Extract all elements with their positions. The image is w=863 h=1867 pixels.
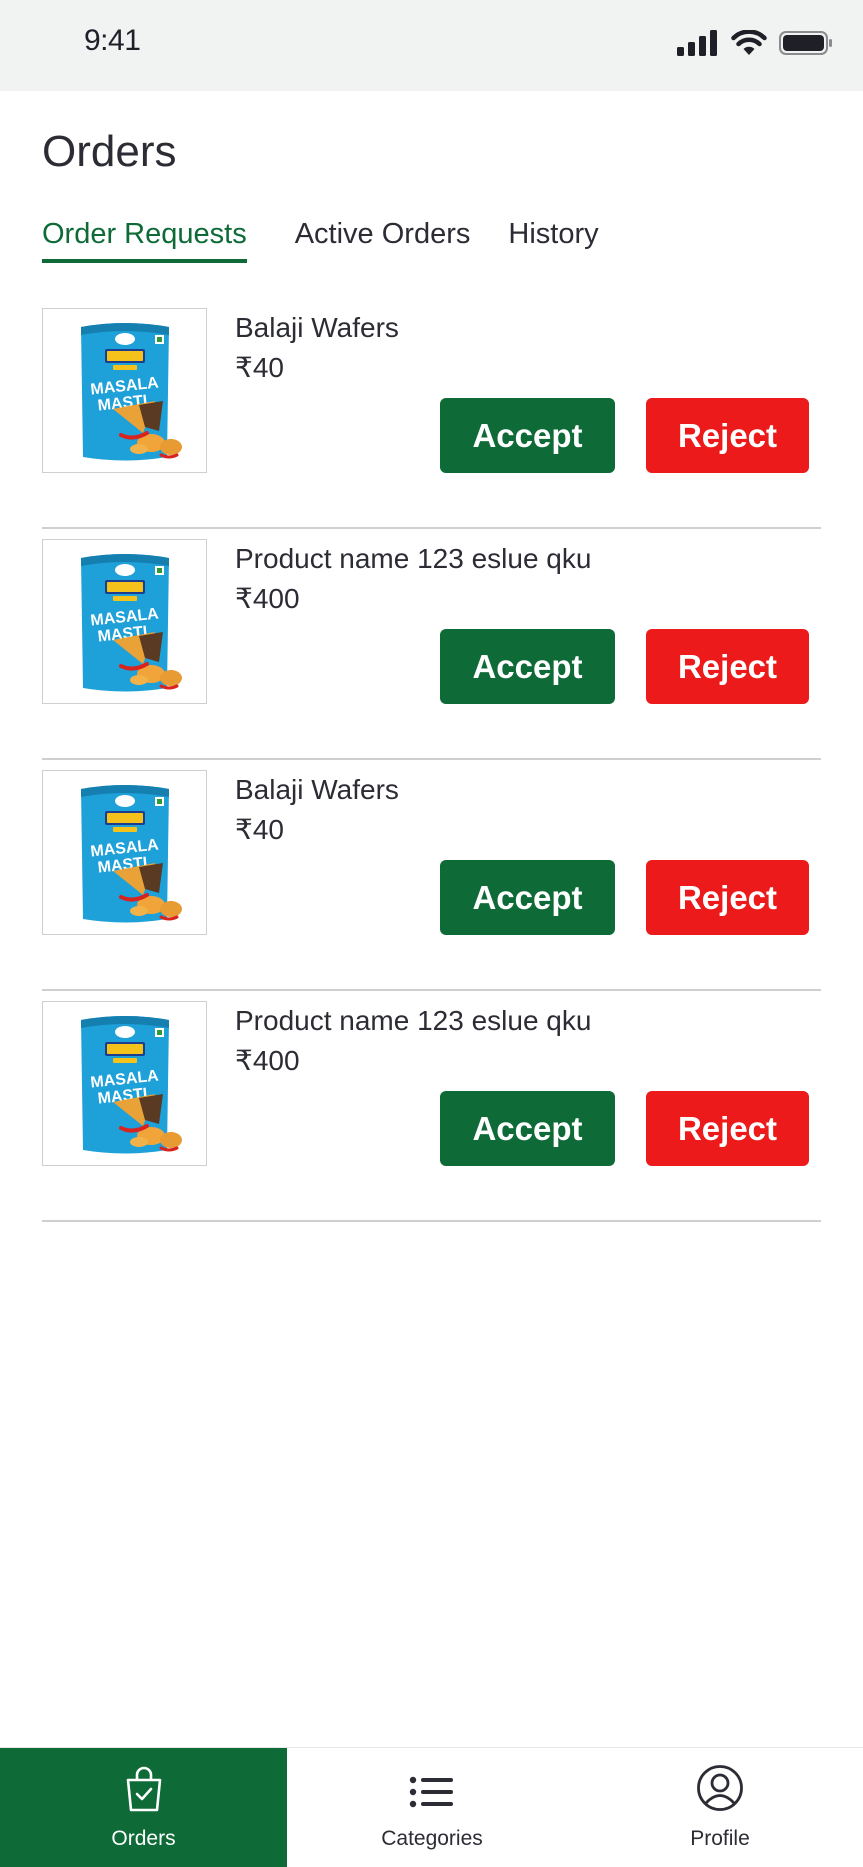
product-thumbnail: MASALA MASTI xyxy=(42,539,207,704)
shopping-bag-check-icon xyxy=(126,1766,161,1812)
order-item: MASALA MASTI Product name 123 eslue qku ₹… xyxy=(42,529,821,760)
nav-profile[interactable]: Profile xyxy=(577,1748,863,1867)
order-item: MASALA MASTI Balaji Wafers ₹40 Accept Rejec… xyxy=(42,298,821,529)
order-product-name: Product name 123 eslue qku xyxy=(235,1005,592,1036)
product-thumbnail: MASALA MASTI xyxy=(42,770,207,935)
status-icons xyxy=(677,30,833,56)
user-circle-icon xyxy=(697,1765,743,1811)
list-icon xyxy=(409,1776,453,1808)
nav-orders[interactable]: Orders xyxy=(0,1748,287,1867)
order-item: MASALA MASTI Balaji Wafers ₹40 Accept Rejec… xyxy=(42,760,821,991)
nav-orders-label: Orders xyxy=(111,1827,176,1850)
accept-button[interactable]: Accept xyxy=(440,1091,615,1166)
order-price: ₹40 xyxy=(235,814,284,845)
wifi-icon xyxy=(731,30,767,55)
cellular-signal-icon xyxy=(677,30,717,56)
order-product-name: Balaji Wafers xyxy=(235,774,399,805)
accept-button[interactable]: Accept xyxy=(440,398,615,473)
order-item: MASALA MASTI Product name 123 eslue qku ₹… xyxy=(42,991,821,1222)
tab-history[interactable]: History xyxy=(508,218,598,263)
tab-active-orders[interactable]: Active Orders xyxy=(295,218,471,263)
order-price: ₹400 xyxy=(235,583,300,614)
reject-button[interactable]: Reject xyxy=(646,629,809,704)
tab-order-requests[interactable]: Order Requests xyxy=(42,218,247,263)
status-bar: 9:41 xyxy=(0,0,863,91)
order-product-name: Product name 123 eslue qku xyxy=(235,543,592,574)
order-request-list: MASALA MASTI Balaji Wafers ₹40 Accept Rejec… xyxy=(42,298,821,1222)
nav-profile-label: Profile xyxy=(690,1827,750,1850)
product-thumbnail: MASALA MASTI xyxy=(42,308,207,473)
nav-categories-label: Categories xyxy=(381,1827,483,1850)
reject-button[interactable]: Reject xyxy=(646,398,809,473)
accept-button[interactable]: Accept xyxy=(440,629,615,704)
nav-categories[interactable]: Categories xyxy=(287,1748,577,1867)
reject-button[interactable]: Reject xyxy=(646,1091,809,1166)
battery-icon xyxy=(779,31,832,55)
page-title: Orders xyxy=(42,127,177,176)
status-time: 9:41 xyxy=(84,24,141,57)
order-price: ₹40 xyxy=(235,352,284,383)
order-price: ₹400 xyxy=(235,1045,300,1076)
product-thumbnail: MASALA MASTI xyxy=(42,1001,207,1166)
reject-button[interactable]: Reject xyxy=(646,860,809,935)
order-product-name: Balaji Wafers xyxy=(235,312,399,343)
order-tabs: Order Requests Active Orders History xyxy=(42,218,647,263)
accept-button[interactable]: Accept xyxy=(440,860,615,935)
bottom-nav: Orders Categories Profile xyxy=(0,1747,863,1867)
